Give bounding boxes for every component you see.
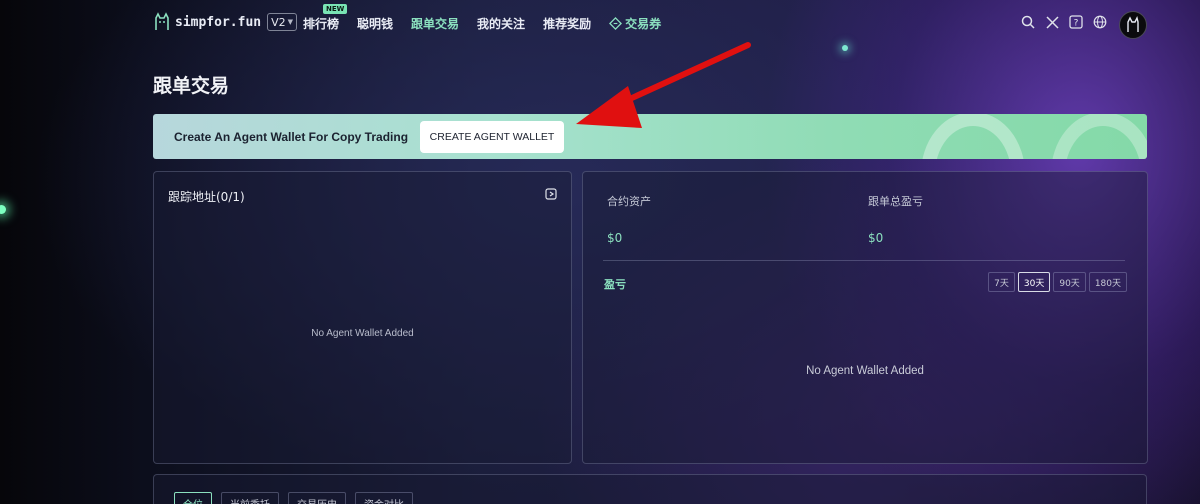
export-icon[interactable] — [545, 188, 557, 200]
nav-item-label: 聪明钱 — [357, 17, 394, 31]
nav-item-label: 跟单交易 — [411, 17, 460, 31]
nav-item-smart-money[interactable]: 聪明钱 — [357, 15, 393, 32]
empty-state: No Agent Wallet Added — [311, 328, 414, 339]
divider — [603, 260, 1125, 261]
logo-icon — [155, 12, 169, 30]
positions-panel: 仓位 当前委托 交易历史 资金对比 — [153, 474, 1147, 504]
contract-assets-stat: 合约资产 $0 — [607, 193, 651, 245]
tracked-addresses-panel: 跟踪地址(0/1) No Agent Wallet Added — [153, 171, 572, 464]
panel-title: 跟踪地址(0/1) — [168, 190, 245, 204]
svg-text:?: ? — [1074, 19, 1079, 29]
help-icon[interactable]: ? — [1068, 14, 1084, 30]
logo-text: simpfor.fun — [175, 14, 262, 30]
banner-text: Create An Agent Wallet For Copy Trading — [174, 130, 409, 144]
range-tab-30d[interactable]: 30天 — [1017, 272, 1051, 292]
x-twitter-icon[interactable] — [1044, 14, 1060, 30]
main-nav: NEW 排行榜 聪明钱 跟单交易 我的关注 推荐奖励 交易券 — [303, 4, 661, 32]
nav-item-copy-trading[interactable]: 跟单交易 — [411, 15, 459, 32]
stat-value: $0 — [607, 231, 623, 245]
globe-icon[interactable] — [1092, 14, 1108, 30]
empty-state: No Agent Wallet Added — [806, 365, 924, 377]
create-agent-wallet-button[interactable]: CREATE AGENT WALLET — [420, 121, 564, 153]
positions-tabs: 仓位 当前委托 交易历史 资金对比 — [174, 492, 413, 504]
nav-item-label: 排行榜 — [303, 17, 340, 31]
range-tab-90d[interactable]: 90天 — [1053, 272, 1086, 292]
nav-item-label: 交易券 — [625, 17, 662, 31]
nav-item-referral[interactable]: 推荐奖励 — [543, 15, 591, 32]
tab-funds-comparison[interactable]: 资金对比 — [355, 492, 413, 504]
ticket-icon — [609, 17, 623, 30]
search-icon[interactable] — [1020, 14, 1036, 30]
tab-open-orders[interactable]: 当前委托 — [221, 492, 279, 504]
avatar-icon — [1127, 16, 1139, 32]
total-pnl-stat: 跟单总盈亏 $0 — [868, 193, 923, 245]
nav-item-leaderboard[interactable]: NEW 排行榜 — [303, 4, 348, 32]
stat-value: $0 — [868, 231, 884, 245]
nav-item-following[interactable]: 我的关注 — [477, 15, 525, 32]
stat-label: 合约资产 — [607, 195, 651, 208]
chevron-down-icon: ▼ — [287, 18, 294, 26]
nav-item-label: 推荐奖励 — [543, 17, 592, 31]
annotation-arrow-icon — [576, 42, 751, 128]
performance-panel: 合约资产 $0 跟单总盈亏 $0 盈亏 7天 30天 90天 180天 No A… — [582, 171, 1148, 464]
avatar[interactable] — [1119, 11, 1147, 39]
tab-positions[interactable]: 仓位 — [174, 492, 212, 504]
nav-item-trade-voucher[interactable]: 交易券 — [609, 15, 661, 32]
range-tab-7d[interactable]: 7天 — [988, 272, 1015, 292]
stat-label: 跟单总盈亏 — [868, 195, 923, 208]
version-label: V2 — [271, 15, 286, 29]
logo[interactable]: simpfor.fun V2 ▼ — [152, 12, 298, 32]
version-selector[interactable]: V2 ▼ — [267, 13, 298, 31]
new-badge: NEW — [323, 4, 348, 14]
page-title: 跟单交易 — [153, 75, 230, 97]
header-actions: ? — [1020, 14, 1108, 30]
range-tab-180d[interactable]: 180天 — [1088, 272, 1127, 292]
banner-decoration — [922, 114, 1147, 159]
nav-item-label: 我的关注 — [477, 17, 526, 31]
tab-trade-history[interactable]: 交易历史 — [288, 492, 346, 504]
time-range-tabs: 7天 30天 90天 180天 — [988, 272, 1127, 292]
pnl-title: 盈亏 — [604, 278, 626, 291]
